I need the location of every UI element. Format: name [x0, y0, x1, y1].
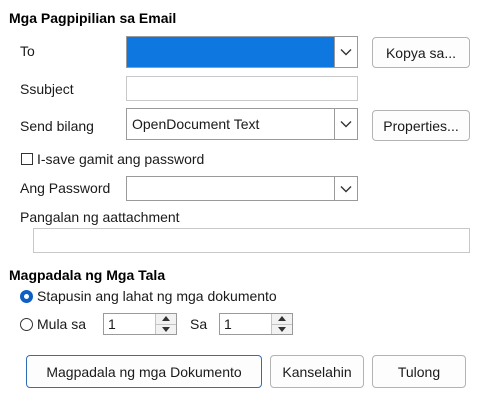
spin-down-icon[interactable]	[156, 323, 176, 334]
subject-label: Ssubject	[20, 81, 74, 97]
chevron-down-icon	[340, 185, 352, 192]
from-radio[interactable]	[20, 318, 33, 331]
from-value: 1	[108, 316, 116, 332]
to-label: To	[20, 43, 35, 59]
from-label: Mula sa	[37, 316, 87, 332]
attachment-label: Pangalan ng aattachment	[20, 209, 180, 225]
to-field-selection[interactable]	[127, 37, 336, 67]
all-documents-radio[interactable]	[20, 290, 33, 303]
send-as-label: Send bilang	[20, 118, 94, 134]
from-spin-arrows	[155, 314, 176, 334]
password-dropdown-button[interactable]	[334, 177, 357, 200]
send-records-heading: Magpadala ng Mga Tala	[9, 267, 166, 283]
properties-button[interactable]: Properties...	[372, 110, 470, 141]
help-button[interactable]: Tulong	[372, 355, 466, 388]
send-as-combobox[interactable]: OpenDocument Text	[126, 108, 358, 140]
chevron-down-icon	[340, 49, 352, 56]
to-combobox[interactable]	[126, 36, 358, 68]
cancel-button[interactable]: Kanselahin	[270, 355, 364, 388]
password-combobox[interactable]	[126, 176, 358, 201]
send-as-dropdown-button[interactable]	[334, 109, 357, 139]
email-options-heading: Mga Pagpipilian sa Email	[9, 10, 177, 26]
all-documents-label: Stapusin ang lahat ng mga dokumento	[37, 288, 277, 304]
copy-to-button[interactable]: Kopya sa...	[372, 37, 470, 68]
from-spinbox[interactable]: 1	[103, 313, 177, 335]
to-range-value: 1	[224, 316, 232, 332]
chevron-down-icon	[340, 121, 352, 128]
to-dropdown-button[interactable]	[334, 37, 357, 67]
spin-up-icon[interactable]	[272, 314, 292, 324]
attachment-input[interactable]	[33, 228, 470, 253]
to-spin-arrows	[271, 314, 292, 334]
to-spinbox[interactable]: 1	[219, 313, 293, 335]
subject-input[interactable]	[126, 76, 358, 101]
password-label: Ang Password	[20, 180, 111, 196]
send-documents-button[interactable]: Magpadala ng mga Dokumento	[26, 355, 262, 388]
to-range-label: Sa	[190, 316, 208, 332]
save-password-label: I-save gamit ang password	[37, 151, 205, 167]
send-as-value: OpenDocument Text	[132, 116, 260, 132]
spin-down-icon[interactable]	[272, 323, 292, 334]
save-password-checkbox[interactable]	[21, 153, 33, 165]
spin-up-icon[interactable]	[156, 314, 176, 324]
